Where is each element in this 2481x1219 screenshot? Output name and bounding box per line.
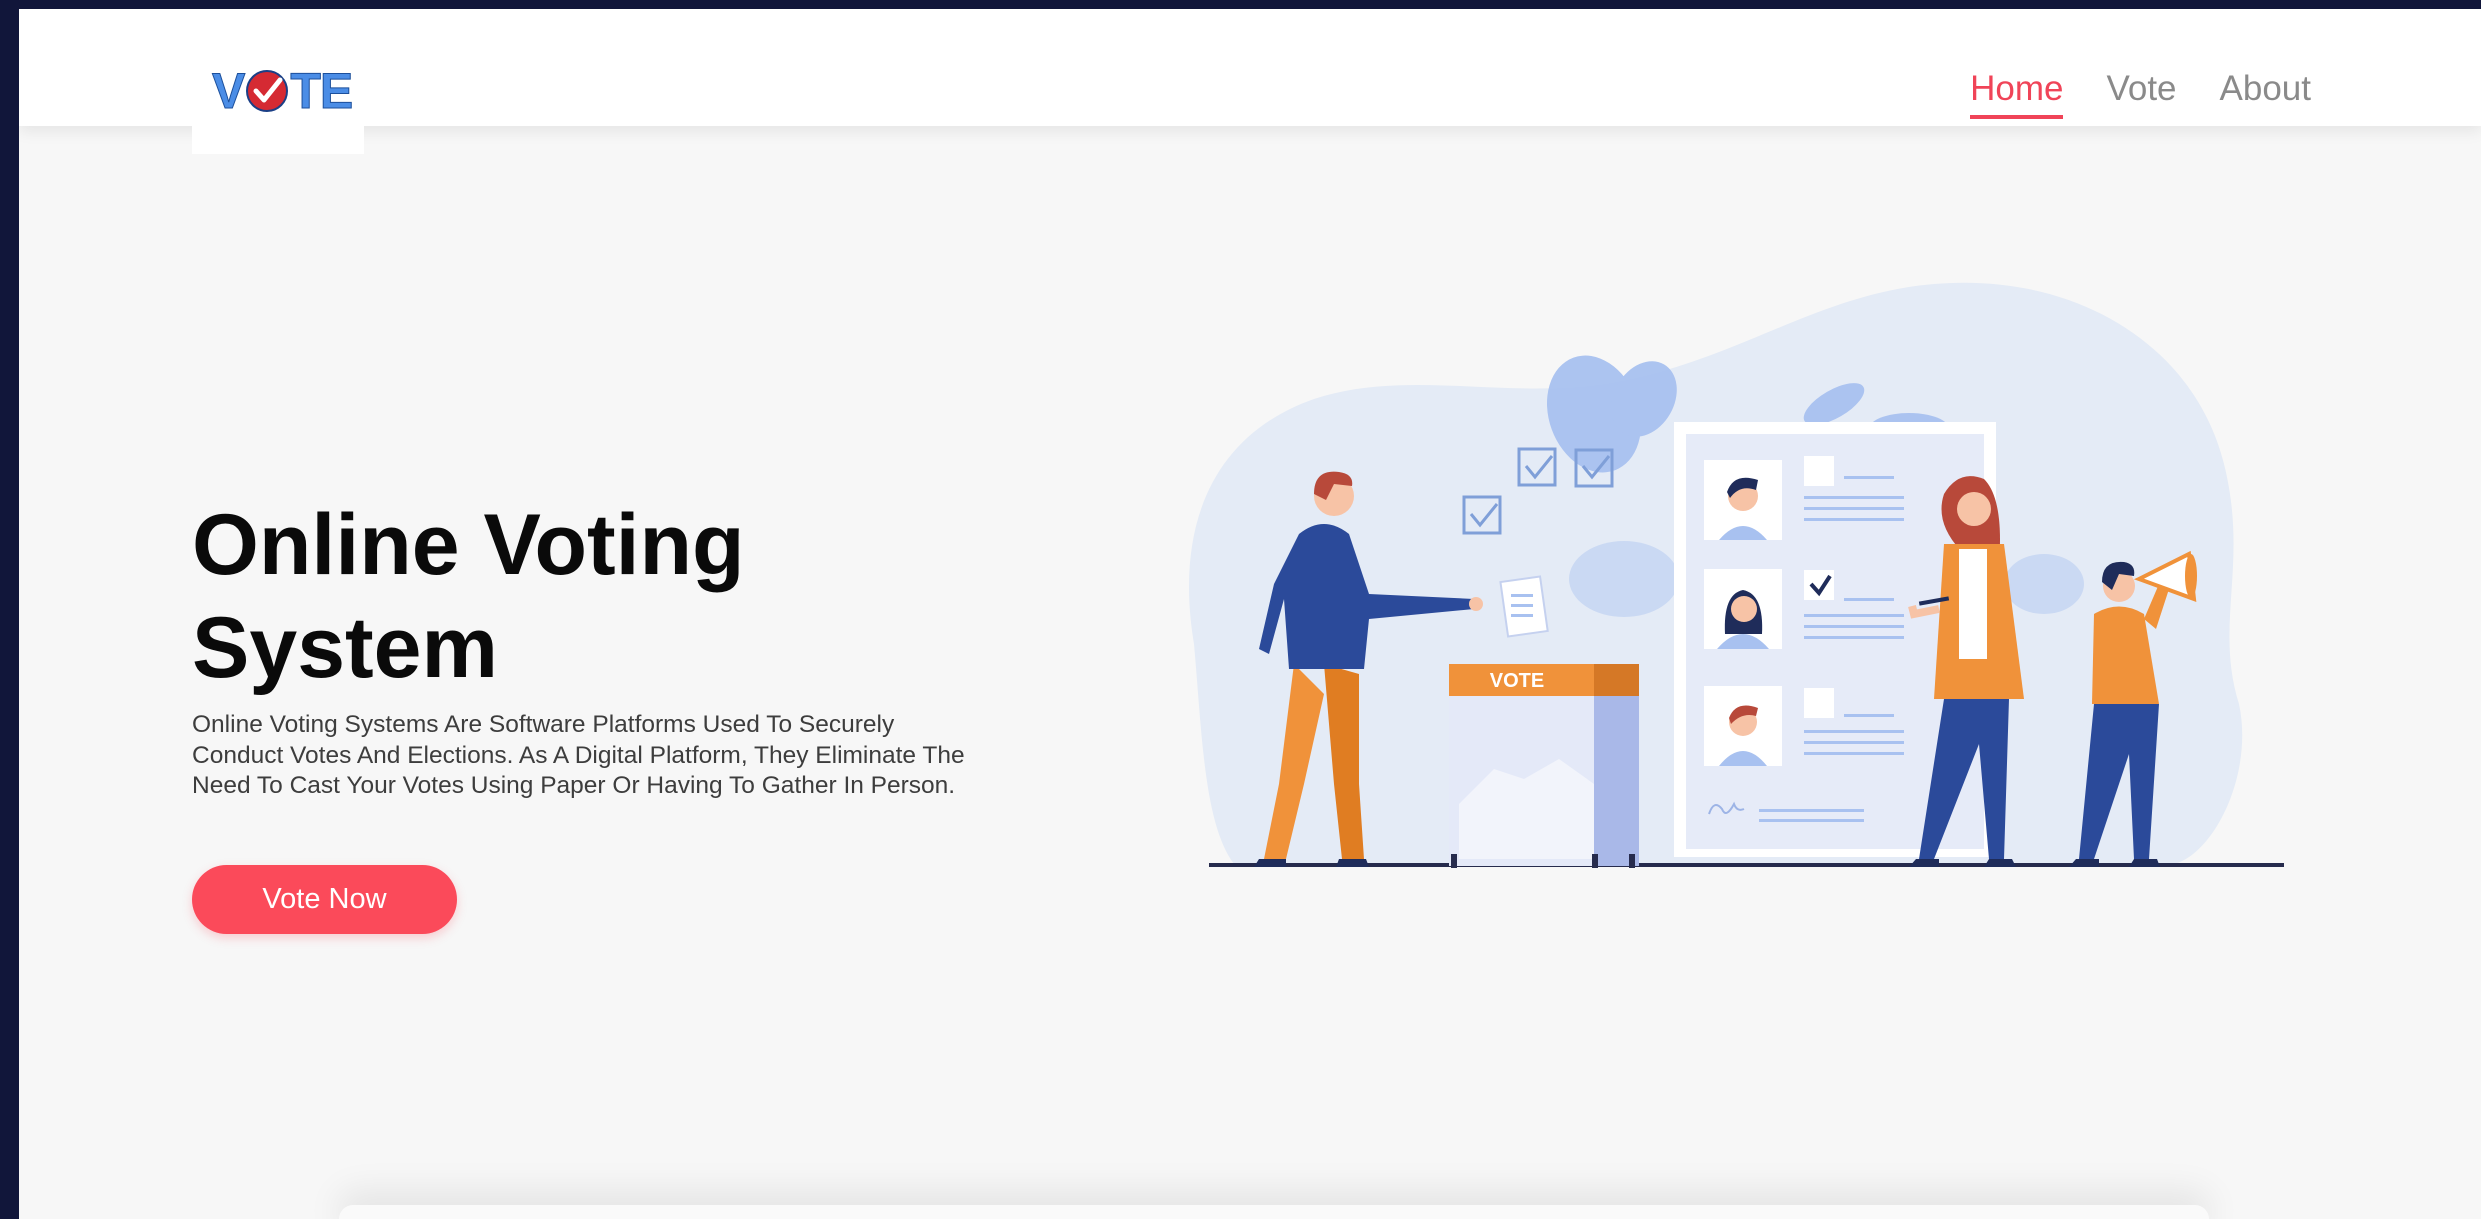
logo-letters-te: TE — [290, 63, 354, 120]
hero-title: Online Voting System — [192, 494, 745, 700]
bottom-card-preview — [339, 1205, 2209, 1219]
ballot-box-label: VOTE — [1490, 670, 1544, 692]
hero-title-line-2: System — [192, 600, 498, 696]
logo-letter-v: V — [211, 63, 245, 120]
vote-logo[interactable]: V TE — [211, 61, 354, 121]
nav-link-about[interactable]: About — [2220, 69, 2311, 119]
voting-illustration: VOTE — [1189, 282, 2284, 868]
logo-container[interactable]: V TE — [192, 9, 364, 154]
hero-title-line-1: Online Voting — [192, 497, 745, 593]
vote-now-button[interactable]: Vote Now — [192, 865, 457, 934]
ballot-box: VOTE — [1449, 664, 1639, 868]
browser-viewport: Home Vote About V TE Online Voting Syste… — [19, 9, 2481, 1219]
top-navbar: Home Vote About — [19, 9, 2481, 126]
nav-link-home[interactable]: Home — [1970, 69, 2064, 119]
checkmark-circle-icon — [246, 70, 289, 112]
hero-description: Online Voting Systems Are Software Platf… — [192, 711, 965, 799]
main-nav: Home Vote About — [1970, 69, 2311, 119]
nav-link-vote[interactable]: Vote — [2106, 69, 2176, 119]
